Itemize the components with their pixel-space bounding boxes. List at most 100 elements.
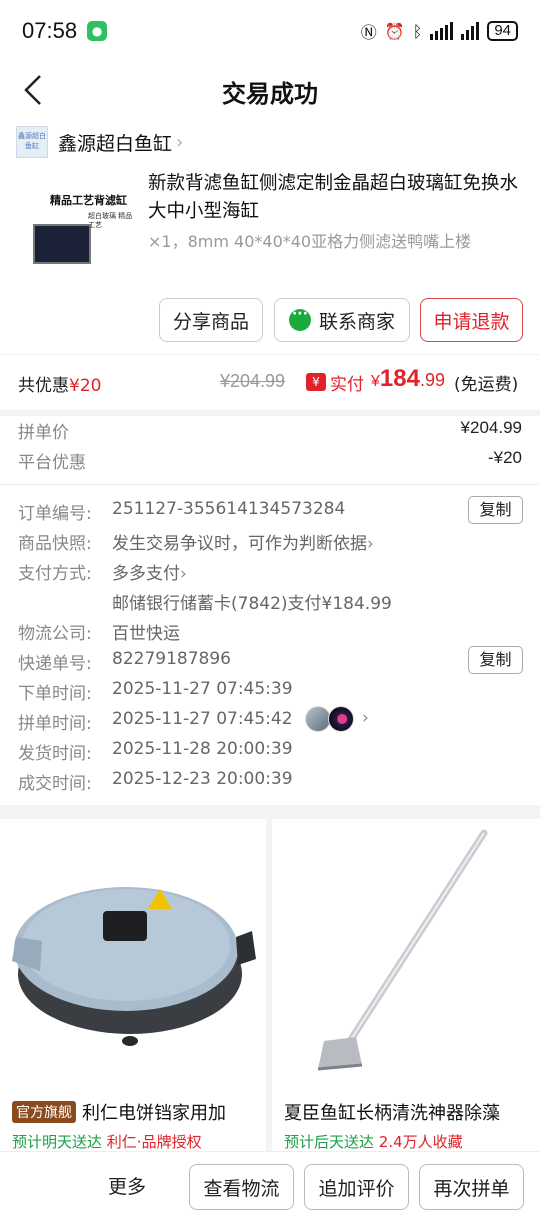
platform-discount-value: -¥20 [487, 448, 522, 467]
logistics-value: 百世快运 [112, 624, 180, 644]
recommend-card[interactable]: 夏臣鱼缸长柄清洗神器除藻 预计后天送达 2.4万人收藏 [272, 819, 540, 1151]
total-discount: 共优惠¥20 [18, 371, 101, 396]
platform-discount-row: 平台优惠 -¥20 [0, 448, 540, 478]
original-price: ¥204.99 [220, 371, 286, 391]
price-summary: 共优惠¥20 ¥204.99 ¥ 实付 ¥184.99 (免运费) [0, 354, 540, 410]
platform-discount-label: 平台优惠 [18, 453, 86, 473]
bluetooth-icon: ᛒ [412, 21, 423, 41]
more-button[interactable]: 更多 [108, 1172, 146, 1199]
product-image-caption: 精品工艺背滤缸 [50, 194, 127, 207]
brand-authorization: 利仁·品牌授权 [106, 1133, 202, 1151]
payment-label: 支付方式: [18, 564, 92, 584]
placed-time-label: 下单时间: [18, 684, 92, 704]
order-id-value: 251127-355614134573284 [112, 499, 346, 519]
griddle-product-image[interactable] [0, 819, 266, 1089]
battery-indicator: 94 [487, 21, 518, 41]
snapshot-value[interactable]: 发生交易争议时，可作为判断依据› [112, 529, 374, 554]
shipped-time-label: 发货时间: [18, 744, 92, 764]
tracking-value: 82279187896 [112, 649, 231, 669]
copy-tracking-button[interactable]: 复制 [468, 646, 523, 674]
chevron-right-icon: › [362, 708, 369, 728]
product-card[interactable]: 精品工艺背滤缸 超白玻璃 精品工艺 新款背滤鱼缸侧滤定制金晶超白玻璃缸免换水大中… [0, 166, 540, 296]
chat-bubble-icon [288, 306, 311, 331]
grouped-time-label: 拼单时间: [18, 714, 92, 734]
shop-name[interactable]: 鑫源超白鱼缸 [58, 129, 172, 156]
payment-value[interactable]: 多多支付› [112, 559, 187, 584]
recommend-meta: 预计明天送达 利仁·品牌授权 [12, 1131, 202, 1151]
request-refund-button[interactable]: 申请退款 [420, 298, 523, 342]
nfc-icon: Ⓝ [360, 23, 377, 42]
section-gap [0, 410, 540, 416]
aquarium-tank-illustration [33, 224, 91, 264]
snapshot-text: 发生交易争议时，可作为判断依据 [112, 534, 367, 554]
chevron-right-icon: › [180, 564, 187, 584]
group-members[interactable]: › [305, 706, 369, 732]
payment-detail: 邮储银行储蓄卡(7842)支付¥184.99 [112, 594, 392, 614]
paid-currency: ¥ [371, 373, 380, 390]
nav-bar: 交易成功 [0, 62, 540, 118]
logistics-row: 物流公司: 百世快运 [0, 619, 540, 649]
add-review-button[interactable]: 追加评价 [304, 1164, 409, 1210]
recommend-meta: 预计后天送达 2.4万人收藏 [284, 1131, 463, 1151]
completed-time-row: 成交时间: 2025-12-23 20:00:39 [0, 769, 540, 799]
order-info: 订单编号: 251127-355614134573284 复制 商品快照: 发生… [0, 485, 540, 805]
wifi-signal-icon [430, 22, 454, 40]
logistics-label: 物流公司: [18, 624, 92, 644]
product-actions: 分享商品 联系商家 申请退款 [0, 296, 540, 354]
grouped-time-value: 2025-11-27 07:45:42 [112, 709, 293, 729]
contact-seller-button[interactable]: 联系商家 [274, 298, 410, 342]
shop-logo: 鑫源超白鱼缸 [16, 126, 48, 158]
grouped-time-row: 拼单时间: 2025-11-27 07:45:42 › [0, 706, 540, 739]
completed-time-value: 2025-12-23 20:00:39 [112, 769, 293, 789]
group-price-label: 拼单价 [18, 423, 69, 443]
share-product-button[interactable]: 分享商品 [159, 298, 263, 342]
snapshot-row[interactable]: 商品快照: 发生交易争议时，可作为判断依据› [0, 529, 540, 559]
completed-time-label: 成交时间: [18, 774, 92, 794]
shipped-time-value: 2025-11-28 20:00:39 [112, 739, 293, 759]
group-price-row: 拼单价 ¥204.99 [0, 418, 540, 448]
shop-header[interactable]: 鑫源超白鱼缸 鑫源超白鱼缸 › [0, 118, 540, 166]
status-time: 07:58 [22, 18, 78, 43]
reorder-button[interactable]: 再次拼单 [419, 1164, 524, 1210]
status-bar: 07:58 ● Ⓝ ⏰ ᛒ 94 [0, 0, 540, 62]
alarm-icon: ⏰ [384, 21, 405, 41]
official-store-badge: 官方旗舰 [12, 1101, 76, 1123]
product-spec: ×1，8mm 40*40*40亚格力侧滤送鸭嘴上楼 [148, 232, 472, 251]
recommendations: 官方旗舰 利仁电饼铛家用加 预计明天送达 利仁·品牌授权 夏臣鱼缸长柄清洗神器除… [0, 819, 540, 1151]
order-id-label: 订单编号: [18, 504, 92, 524]
payment-method: 多多支付 [112, 564, 180, 584]
view-logistics-button[interactable]: 查看物流 [189, 1164, 294, 1210]
paid-decimal: .99 [419, 370, 445, 390]
shipping-note: (免运费) [454, 375, 519, 395]
paid-amount: ¥184.99 [371, 365, 445, 393]
cleaning-tool-product-image[interactable] [272, 819, 540, 1089]
order-detail-page: 07:58 ● Ⓝ ⏰ ᛒ 94 交易成功 鑫源超白鱼缸 鑫源超白鱼缸 › 精品… [0, 0, 540, 1220]
recommend-title-text: 利仁电饼铛家用加 [82, 1103, 226, 1124]
status-icons: Ⓝ ⏰ ᛒ 94 [361, 19, 518, 43]
recommend-card[interactable]: 官方旗舰 利仁电饼铛家用加 预计明天送达 利仁·品牌授权 [0, 819, 266, 1151]
delivery-estimate: 预计后天送达 [284, 1133, 375, 1151]
placed-time-value: 2025-11-27 07:45:39 [112, 679, 293, 699]
favorite-count: 2.4万人收藏 [378, 1133, 463, 1151]
recommend-title-text: 夏臣鱼缸长柄清洗神器除藻 [284, 1103, 500, 1124]
product-image[interactable]: 精品工艺背滤缸 超白玻璃 精品工艺 [20, 172, 135, 290]
payment-detail-row: 邮储银行储蓄卡(7842)支付¥184.99 [0, 589, 540, 619]
chevron-right-icon: › [176, 131, 184, 153]
cell-signal-icon [461, 22, 480, 40]
bottom-action-bar: 更多 查看物流 追加评价 再次拼单 [0, 1151, 540, 1220]
recommend-title[interactable]: 夏臣鱼缸长柄清洗神器除藻 [284, 1099, 500, 1125]
copy-order-id-button[interactable]: 复制 [468, 496, 523, 524]
product-image-subcaption: 超白玻璃 精品工艺 [88, 212, 133, 229]
payment-row[interactable]: 支付方式: 多多支付› [0, 559, 540, 589]
group-price-value: ¥204.99 [460, 418, 522, 437]
wechat-notification-icon: ● [87, 21, 108, 41]
contact-seller-label: 联系商家 [318, 310, 395, 333]
recommend-title[interactable]: 官方旗舰 利仁电饼铛家用加 [12, 1099, 226, 1125]
tracking-row: 快递单号: 82279187896 复制 [0, 646, 540, 679]
paid-label: 实付 [330, 375, 364, 395]
product-title[interactable]: 新款背滤鱼缸侧滤定制金晶超白玻璃缸免换水大中小型海缸 [148, 170, 520, 226]
page-title: 交易成功 [222, 80, 318, 108]
chevron-right-icon: › [367, 534, 374, 554]
snapshot-label: 商品快照: [18, 534, 92, 554]
paid-integer: 184 [379, 365, 420, 392]
